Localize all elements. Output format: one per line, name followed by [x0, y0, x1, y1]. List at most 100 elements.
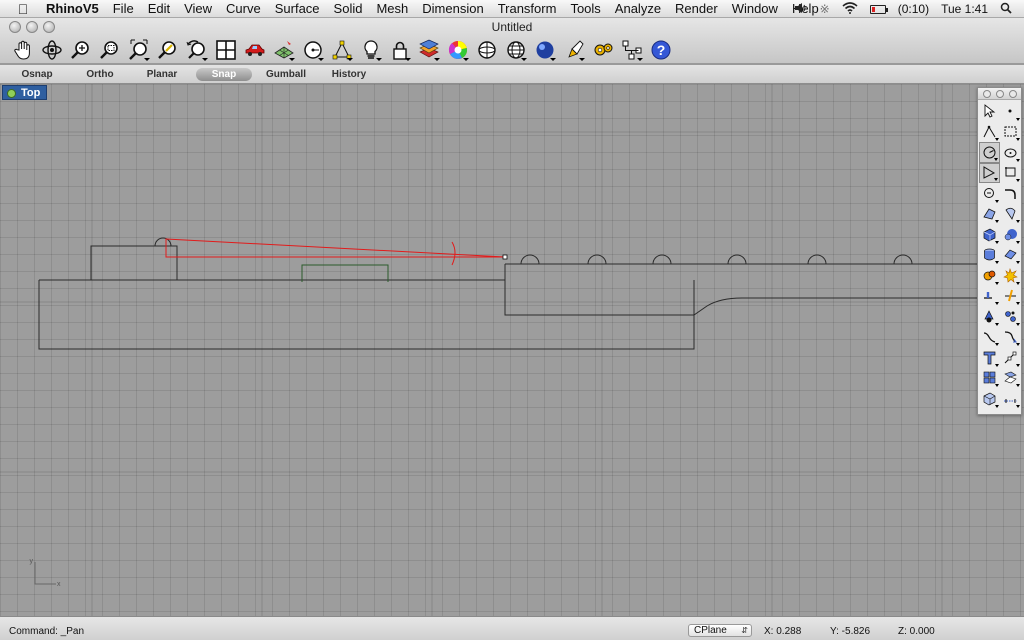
- arc-icon[interactable]: [1000, 142, 1021, 163]
- menu-analyze[interactable]: Analyze: [615, 1, 661, 16]
- surface-rect-icon[interactable]: [1000, 163, 1021, 184]
- dim-line-icon[interactable]: [1000, 368, 1021, 389]
- small-box-curve: [90, 245, 178, 281]
- help-icon[interactable]: ?: [646, 37, 675, 63]
- highlighter-icon[interactable]: [559, 37, 588, 63]
- grid-mesh-icon[interactable]: [269, 37, 298, 63]
- globe-mesh-icon[interactable]: [501, 37, 530, 63]
- box-solid-icon[interactable]: [979, 224, 1000, 245]
- top-viewport[interactable]: Top y x: [0, 84, 1024, 616]
- menu-transform[interactable]: Transform: [498, 1, 557, 16]
- coord-x: X: 0.288: [764, 626, 802, 637]
- mirror-icon[interactable]: [1000, 347, 1021, 368]
- layer-stack-icon[interactable]: [414, 37, 443, 63]
- planar-toggle[interactable]: Planar: [134, 68, 190, 81]
- battery-status[interactable]: (0:10): [869, 2, 930, 16]
- ellipse-icon[interactable]: [979, 183, 1000, 204]
- offset-icon[interactable]: [979, 204, 1000, 225]
- zoom-window-icon[interactable]: [95, 37, 124, 63]
- menu-extras: ※ (0:10) Tue 1:41: [794, 0, 1024, 18]
- lock-icon[interactable]: [385, 37, 414, 63]
- car-render-icon[interactable]: [240, 37, 269, 63]
- world-axes-icon: y x: [26, 557, 66, 589]
- revolve-icon[interactable]: [1000, 204, 1021, 225]
- menu-file[interactable]: File: [113, 1, 134, 16]
- cplane-select[interactable]: CPlane ⇵: [688, 624, 752, 637]
- light-bulb-icon[interactable]: [356, 37, 385, 63]
- battery-text: (0:10): [897, 2, 930, 16]
- sphere-wire-icon[interactable]: [472, 37, 501, 63]
- menu-tools[interactable]: Tools: [570, 1, 600, 16]
- cylinder-icon[interactable]: [979, 245, 1000, 266]
- rotate-view-icon[interactable]: [37, 37, 66, 63]
- volume-icon[interactable]: [794, 2, 808, 17]
- palette-zoom-button[interactable]: [1009, 90, 1017, 98]
- main-tool-palette: [977, 87, 1022, 415]
- app-menu[interactable]: RhinoV5: [46, 1, 99, 16]
- palette-titlebar[interactable]: [978, 88, 1021, 100]
- sphere-solid-icon[interactable]: [1000, 224, 1021, 245]
- viewport-geometry: [0, 84, 1024, 616]
- bluetooth-icon[interactable]: ※: [820, 2, 830, 16]
- trim-icon[interactable]: [1000, 286, 1021, 307]
- menu-edit[interactable]: Edit: [148, 1, 170, 16]
- axis-y-label: y: [30, 558, 34, 565]
- wifi-icon[interactable]: [842, 1, 858, 17]
- menu-surface[interactable]: Surface: [275, 1, 320, 16]
- point-snap-icon[interactable]: [327, 37, 356, 63]
- clock[interactable]: Tue 1:41: [941, 2, 988, 16]
- menu-view[interactable]: View: [184, 1, 212, 16]
- boolean-icon[interactable]: [979, 265, 1000, 286]
- pan-icon[interactable]: [8, 37, 37, 63]
- rectangle-icon[interactable]: [1000, 122, 1021, 143]
- dimension-line-icon[interactable]: [1000, 388, 1021, 409]
- zoom-dynamic-icon[interactable]: [66, 37, 95, 63]
- spotlight-icon[interactable]: [1000, 2, 1012, 17]
- join-icon[interactable]: [979, 306, 1000, 327]
- array-icon[interactable]: [979, 347, 1000, 368]
- curve-icon[interactable]: [979, 162, 1000, 183]
- palette-close-button[interactable]: [983, 90, 991, 98]
- mesh-box-icon[interactable]: [979, 368, 1000, 389]
- ortho-toggle[interactable]: Ortho: [72, 68, 128, 81]
- gear-settings-icon[interactable]: [588, 37, 617, 63]
- viewport-name: Top: [21, 87, 41, 99]
- zoom-extents-icon[interactable]: [124, 37, 153, 63]
- command-prompt[interactable]: Command: _Pan: [9, 626, 84, 637]
- fillet-curve-icon[interactable]: [1000, 183, 1021, 204]
- history-toggle[interactable]: History: [320, 68, 378, 81]
- text-icon[interactable]: [979, 327, 1000, 348]
- menu-dimension[interactable]: Dimension: [422, 1, 483, 16]
- menu-window[interactable]: Window: [732, 1, 778, 16]
- four-viewports-icon[interactable]: [211, 37, 240, 63]
- menu-render[interactable]: Render: [675, 1, 718, 16]
- polyline-icon[interactable]: [979, 122, 1000, 143]
- menu-mesh[interactable]: Mesh: [376, 1, 408, 16]
- palette-min-button[interactable]: [996, 90, 1004, 98]
- point-icon[interactable]: [1000, 101, 1021, 122]
- zoom-selected-icon[interactable]: [153, 37, 182, 63]
- menu-solid[interactable]: Solid: [334, 1, 363, 16]
- dimension-icon[interactable]: [1000, 306, 1021, 327]
- network-icon[interactable]: [617, 37, 646, 63]
- axis-x-label: x: [57, 581, 61, 588]
- select-arrow-icon[interactable]: [979, 101, 1000, 122]
- render-sphere-icon[interactable]: [530, 37, 559, 63]
- undo-view-icon[interactable]: [182, 37, 211, 63]
- menu-curve[interactable]: Curve: [226, 1, 261, 16]
- apple-icon[interactable]: : [14, 1, 32, 17]
- osnap-toggle[interactable]: Osnap: [8, 68, 66, 81]
- circle-tool-icon[interactable]: [979, 142, 1000, 163]
- cplane-value: CPlane: [694, 625, 727, 636]
- slot-curve: [301, 264, 389, 282]
- extrude-icon[interactable]: [1000, 245, 1021, 266]
- color-wheel-icon[interactable]: [443, 37, 472, 63]
- explode-icon[interactable]: [1000, 265, 1021, 286]
- box-mesh-icon[interactable]: [979, 388, 1000, 409]
- transform-icon[interactable]: [1000, 327, 1021, 348]
- split-icon[interactable]: [979, 286, 1000, 307]
- circle-icon[interactable]: [298, 37, 327, 63]
- gumball-toggle[interactable]: Gumball: [257, 68, 315, 81]
- snap-toggle[interactable]: Snap: [196, 68, 252, 81]
- viewport-tab-top[interactable]: Top: [2, 85, 48, 100]
